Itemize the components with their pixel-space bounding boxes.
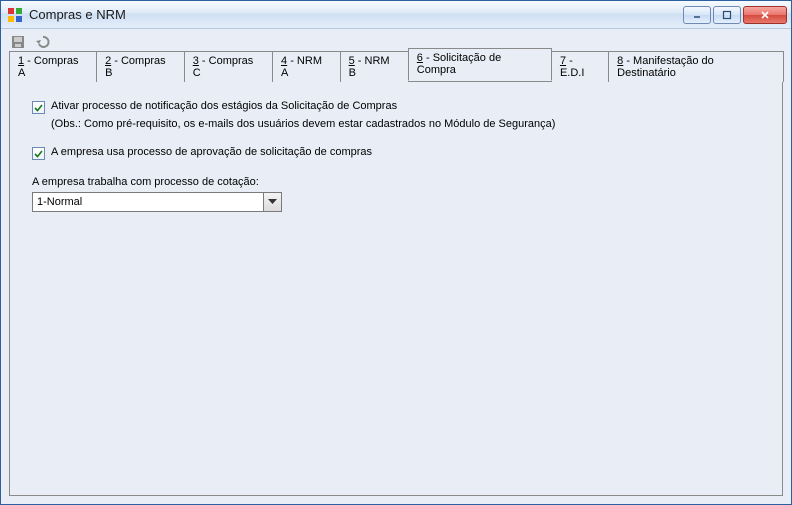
- checkbox-row-notificacao: Ativar processo de notificação dos estág…: [32, 100, 760, 114]
- window-title: Compras e NRM: [29, 7, 126, 22]
- tab-7[interactable]: 8 - Manifestação do Destinatário: [608, 51, 784, 82]
- tab-container: 1 - Compras A2 - Compras B3 - Compras C4…: [9, 59, 783, 496]
- close-button[interactable]: [743, 6, 787, 24]
- tab-panel-solicitacao: Ativar processo de notificação dos estág…: [9, 81, 783, 496]
- save-icon[interactable]: [9, 33, 27, 51]
- cotacao-value: 1-Normal: [33, 193, 263, 211]
- tab-6[interactable]: 7 - E.D.I: [551, 51, 609, 82]
- tabstrip: 1 - Compras A2 - Compras B3 - Compras C4…: [9, 59, 783, 81]
- checkbox-row-aprovacao: A empresa usa processo de aprovação de s…: [32, 146, 760, 160]
- checkbox-label-notificacao: Ativar processo de notificação dos estág…: [51, 100, 397, 112]
- tab-5[interactable]: 6 - Solicitação de Compra: [408, 48, 552, 81]
- app-icon: [7, 7, 23, 23]
- window-frame: Compras e NRM: [0, 0, 792, 505]
- tab-0[interactable]: 1 - Compras A: [9, 51, 97, 82]
- checkbox-notificacao[interactable]: [32, 101, 45, 114]
- tab-3[interactable]: 4 - NRM A: [272, 51, 341, 82]
- undo-icon[interactable]: [35, 33, 53, 51]
- checkbox-aprovacao[interactable]: [32, 147, 45, 160]
- window-controls: [683, 6, 787, 24]
- minimize-button[interactable]: [683, 6, 711, 24]
- tab-2[interactable]: 3 - Compras C: [184, 51, 273, 82]
- tab-4[interactable]: 5 - NRM B: [340, 51, 409, 82]
- obs-notificacao: (Obs.: Como pré-requisito, os e-mails do…: [51, 118, 760, 130]
- cotacao-select[interactable]: 1-Normal: [32, 192, 282, 212]
- chevron-down-icon[interactable]: [263, 193, 281, 211]
- checkbox-label-aprovacao: A empresa usa processo de aprovação de s…: [51, 146, 372, 158]
- maximize-button[interactable]: [713, 6, 741, 24]
- titlebar: Compras e NRM: [1, 1, 791, 29]
- cotacao-label: A empresa trabalha com processo de cotaç…: [32, 176, 760, 188]
- tab-1[interactable]: 2 - Compras B: [96, 51, 185, 82]
